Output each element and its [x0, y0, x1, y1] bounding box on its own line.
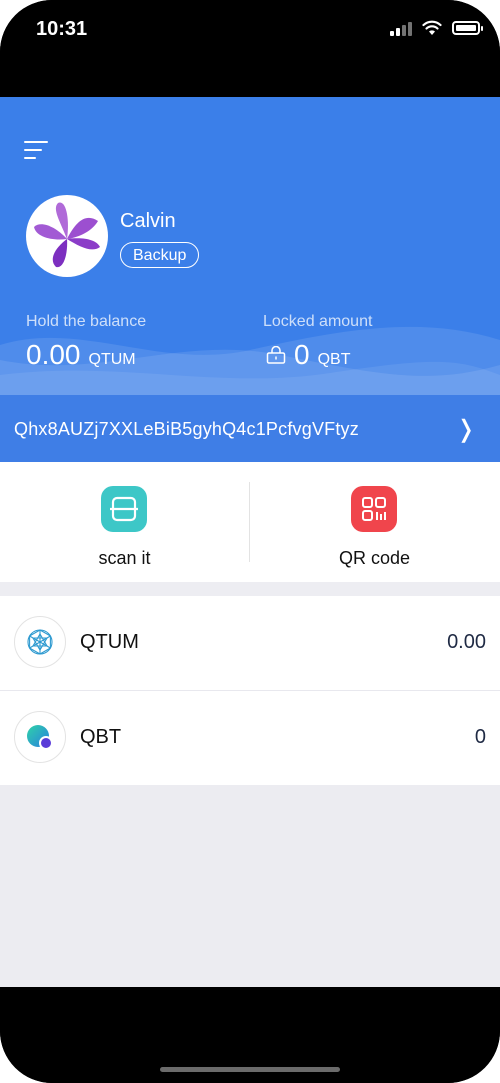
wifi-icon [422, 20, 442, 35]
phone-frame: 10:31 Calvin Backup Hold the balance 0.0… [0, 0, 500, 1083]
status-bar: 10:31 [0, 0, 500, 97]
qr-code-icon [351, 486, 397, 532]
quick-actions: scan it QR code [0, 462, 500, 582]
signal-icon [390, 20, 412, 36]
token-balance: 0.00 [447, 631, 486, 653]
status-time: 10:31 [36, 18, 88, 40]
token-name: QTUM [80, 631, 139, 653]
locked-amount: 0 [294, 339, 310, 370]
battery-icon [452, 21, 483, 35]
empty-area [0, 785, 500, 987]
qr-code-button[interactable]: QR code [250, 462, 499, 582]
avatar[interactable] [26, 195, 108, 277]
bottom-bar [0, 987, 500, 1083]
token-list: QTUM 0.00 QBT 0 [0, 596, 500, 786]
menu-button[interactable] [24, 141, 48, 165]
address-bar[interactable]: Qhx8AUZj7XXLeBiB5gyhQ4c1PcfvgVFtyz ❭ [0, 395, 500, 462]
qr-code-label: QR code [338, 548, 411, 568]
token-name: QBT [80, 726, 122, 748]
wallet-header: Calvin Backup Hold the balance 0.00 QTUM… [0, 97, 500, 395]
locked-label: Locked amount [263, 313, 373, 330]
token-balance: 0 [474, 726, 486, 748]
locked-value: 0 QBT [266, 339, 350, 371]
qtum-icon [14, 616, 66, 668]
lock-icon [266, 346, 286, 364]
status-icons [390, 20, 483, 36]
wallet-address: Qhx8AUZj7XXLeBiB5gyhQ4c1PcfvgVFtyz [14, 419, 359, 439]
butterfly-icon [34, 202, 100, 268]
scan-icon [101, 486, 147, 532]
notch [115, 0, 385, 42]
section-gap [0, 582, 500, 596]
token-row-qtum[interactable]: QTUM 0.00 [0, 596, 500, 691]
qbt-icon [14, 711, 66, 763]
scan-button[interactable]: scan it [0, 462, 249, 582]
balance-label: Hold the balance [26, 313, 147, 330]
backup-button[interactable]: Backup [120, 242, 200, 268]
chevron-right-icon: ❭ [455, 416, 476, 443]
locked-unit: QBT [317, 351, 351, 368]
user-name: Calvin [120, 210, 176, 232]
balance-unit: QTUM [88, 351, 136, 368]
balance-value: 0.00 QTUM [26, 339, 136, 371]
balance-amount: 0.00 [26, 339, 81, 370]
home-indicator[interactable] [160, 1067, 340, 1072]
scan-label: scan it [98, 548, 151, 568]
token-row-qbt[interactable]: QBT 0 [0, 691, 500, 786]
screen: 10:31 Calvin Backup Hold the balance 0.0… [0, 0, 500, 1083]
